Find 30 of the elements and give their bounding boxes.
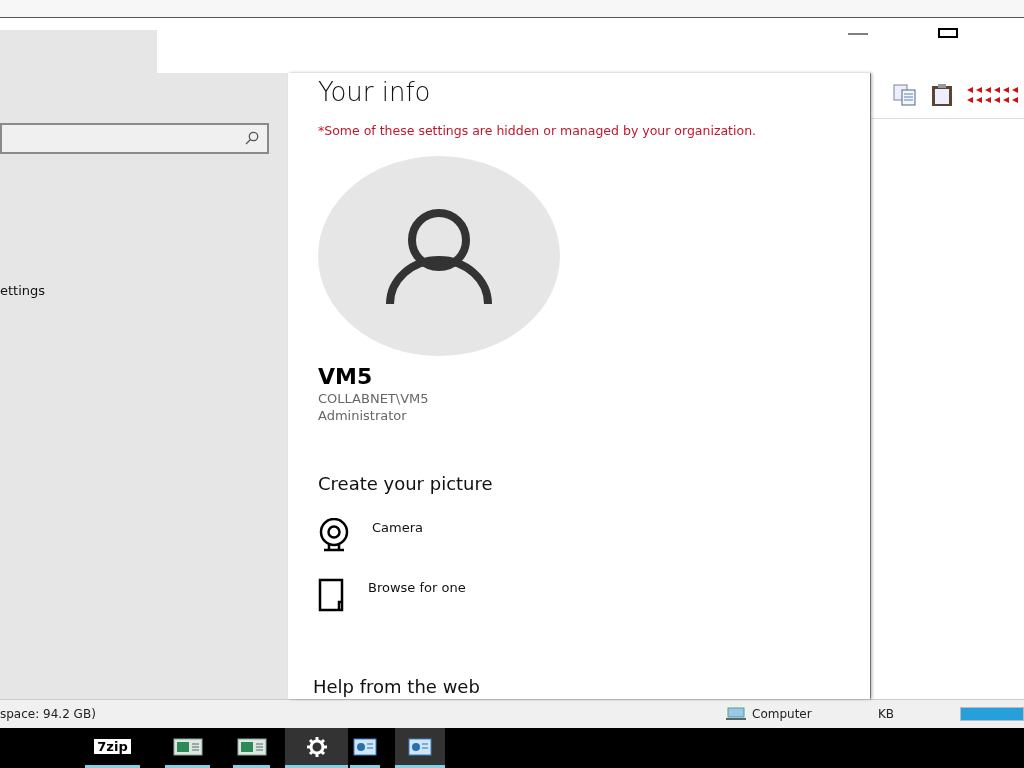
taskbar-button[interactable]: 7zip: [85, 728, 140, 768]
window-icon: [172, 737, 203, 756]
policy-notice: *Some of these settings are hidden or managed by your organization.: [318, 122, 757, 138]
webcam-icon: [318, 517, 350, 552]
section-heading: Create your picture: [318, 472, 493, 494]
search-field[interactable]: [0, 122, 269, 154]
taskbar-button[interactable]: [285, 728, 348, 768]
search-icon: [245, 131, 259, 146]
clipboard-icon[interactable]: [931, 83, 953, 108]
maximize-button[interactable]: [938, 28, 958, 38]
page-title: Your info: [318, 76, 431, 107]
window-icon: [236, 737, 267, 756]
undo-arrows-icon[interactable]: [967, 85, 1021, 106]
settings-icon: [305, 735, 328, 758]
computer-icon: [726, 707, 746, 722]
account-role: Administrator: [318, 407, 407, 423]
chart-window-icon: [408, 737, 432, 756]
section-heading: Help from the web: [313, 676, 480, 698]
status-size: KB: [878, 707, 896, 722]
chart-window-icon: [353, 737, 377, 756]
taskbar-button[interactable]: [395, 728, 445, 768]
account-name: VM5: [318, 363, 373, 389]
account-domain: COLLABNET\VM5: [318, 390, 429, 406]
status-text: space: 94.2 GB): [0, 707, 96, 722]
picture-option[interactable]: Browse for one: [318, 577, 466, 612]
status-location: Computer: [752, 707, 812, 722]
picture-option[interactable]: Camera: [318, 517, 424, 552]
document-icon: [318, 577, 346, 612]
app-logo: 7zip: [93, 738, 132, 756]
nav-item[interactable]: ettings: [0, 282, 46, 298]
